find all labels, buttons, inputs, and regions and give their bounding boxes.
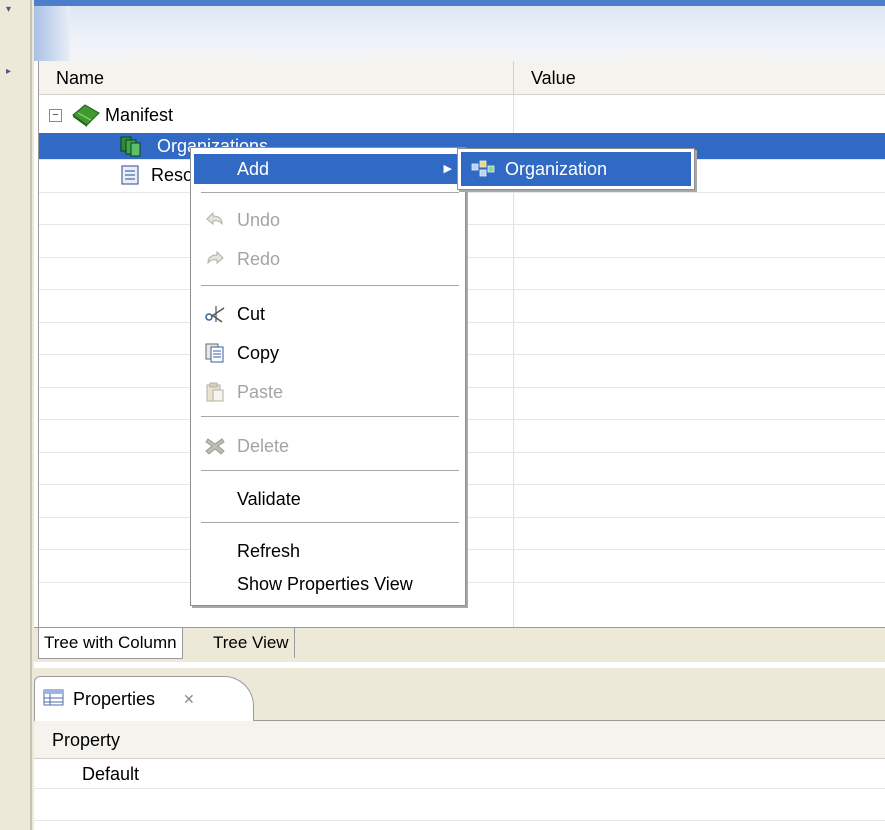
left-gutter: ▾ ▸ [0, 0, 34, 830]
view-menu-arrow-icon[interactable]: ▾ [6, 4, 11, 15]
properties-column-header[interactable]: Property [34, 721, 885, 759]
tab-properties[interactable]: Properties ✕ [34, 676, 254, 722]
tab-tree-with-column[interactable]: Tree with Column [38, 628, 183, 659]
menu-separator [201, 416, 459, 417]
context-menu: Add ▶ Undo Redo Cut Copy Paste Delete Va… [190, 147, 466, 606]
redo-icon [207, 250, 224, 265]
properties-table-icon [43, 689, 64, 706]
column-header-name[interactable]: Name [39, 61, 514, 95]
add-submenu: Organization [457, 148, 695, 190]
menu-item-delete[interactable]: Delete [194, 431, 462, 461]
tab-tree-view[interactable]: Tree View [208, 628, 295, 658]
resources-icon [121, 165, 139, 185]
menu-separator [201, 470, 459, 471]
menu-separator [201, 285, 459, 286]
menu-item-show-properties-view[interactable]: Show Properties View [194, 569, 462, 599]
gutter-divider [30, 0, 32, 830]
organizations-icon [120, 136, 141, 157]
collapse-arrow-icon[interactable]: ▸ [6, 66, 11, 77]
properties-row-default[interactable]: Default [82, 762, 139, 786]
organization-icon [471, 160, 495, 177]
menu-item-paste[interactable]: Paste [194, 377, 462, 407]
manifest-book-icon [72, 104, 100, 127]
submenu-item-label: Organization [505, 159, 608, 179]
menu-item-copy[interactable]: Copy [194, 338, 462, 368]
menu-separator [201, 522, 459, 523]
tree-label-manifest: Manifest [105, 105, 174, 125]
properties-tab-strip: Properties ✕ [34, 672, 885, 722]
submenu-arrow-icon: ▶ [443, 163, 452, 175]
properties-tab-label: Properties [73, 689, 156, 709]
column-header-value[interactable]: Value [514, 61, 885, 95]
menu-item-redo[interactable]: Redo [194, 244, 462, 274]
editor-toolbar [34, 6, 885, 61]
menu-item-refresh[interactable]: Refresh [194, 536, 462, 566]
menu-item-add[interactable]: Add ▶ [194, 154, 462, 184]
menu-item-undo[interactable]: Undo [194, 205, 462, 235]
close-icon[interactable]: ✕ [183, 677, 195, 722]
submenu-item-organization[interactable]: Organization [461, 152, 691, 186]
undo-icon [206, 211, 223, 226]
collapse-toggle-icon[interactable]: − [49, 109, 62, 122]
paste-icon [206, 382, 224, 402]
scissors-icon [205, 306, 225, 323]
delete-icon [205, 438, 225, 455]
menu-item-cut[interactable]: Cut [194, 299, 462, 329]
properties-view: Properties ✕ Property Default [34, 672, 885, 830]
copy-icon [205, 343, 224, 363]
editor-tab-strip: Tree with Column Tree View [34, 627, 885, 662]
menu-separator [201, 192, 459, 193]
menu-item-validate[interactable]: Validate [194, 484, 462, 514]
